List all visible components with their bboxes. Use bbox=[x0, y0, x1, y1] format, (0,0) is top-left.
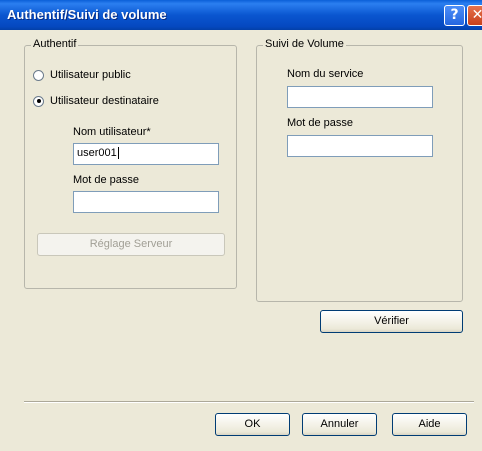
text-cursor bbox=[117, 147, 119, 160]
help-title-button[interactable]: ? bbox=[444, 5, 465, 26]
username-value: user001 bbox=[77, 147, 117, 159]
radio-public-label[interactable]: Utilisateur public bbox=[50, 69, 131, 81]
volume-group: Suivi de Volume Nom du service Mot de pa… bbox=[256, 38, 463, 302]
radio-dest-label[interactable]: Utilisateur destinataire bbox=[50, 95, 159, 107]
radio-dest-icon[interactable] bbox=[33, 95, 44, 107]
radio-dest-user[interactable]: Utilisateur destinataire bbox=[33, 94, 159, 108]
volume-group-label: Suivi de Volume bbox=[263, 38, 346, 50]
auth-group: Authentif Utilisateur public Utilisateur… bbox=[24, 38, 237, 289]
ok-button[interactable]: OK bbox=[215, 413, 290, 436]
help-button[interactable]: Aide bbox=[392, 413, 467, 436]
radio-public-user[interactable]: Utilisateur public bbox=[33, 68, 131, 82]
footer-separator bbox=[24, 401, 474, 403]
dialog-window: Authentif/Suivi de volume ? ✕ Authentif … bbox=[0, 0, 482, 451]
cancel-button[interactable]: Annuler bbox=[302, 413, 377, 436]
username-label: Nom utilisateur* bbox=[73, 126, 151, 138]
close-icon[interactable]: ✕ bbox=[467, 5, 482, 26]
auth-password-label: Mot de passe bbox=[73, 174, 140, 186]
radio-public-icon[interactable] bbox=[33, 69, 44, 81]
window-title: Authentif/Suivi de volume bbox=[7, 7, 167, 22]
auth-password-field[interactable] bbox=[73, 191, 219, 213]
volume-password-label: Mot de passe bbox=[287, 117, 354, 129]
username-field[interactable]: user001 bbox=[73, 143, 219, 165]
verify-button[interactable]: Vérifier bbox=[320, 310, 463, 333]
volume-password-field[interactable] bbox=[287, 135, 433, 157]
server-settings-button[interactable]: Réglage Serveur bbox=[37, 233, 225, 256]
auth-group-label: Authentif bbox=[31, 38, 79, 50]
service-name-field[interactable] bbox=[287, 86, 433, 108]
title-bar[interactable]: Authentif/Suivi de volume ? ✕ bbox=[0, 0, 482, 30]
service-name-label: Nom du service bbox=[287, 68, 364, 80]
